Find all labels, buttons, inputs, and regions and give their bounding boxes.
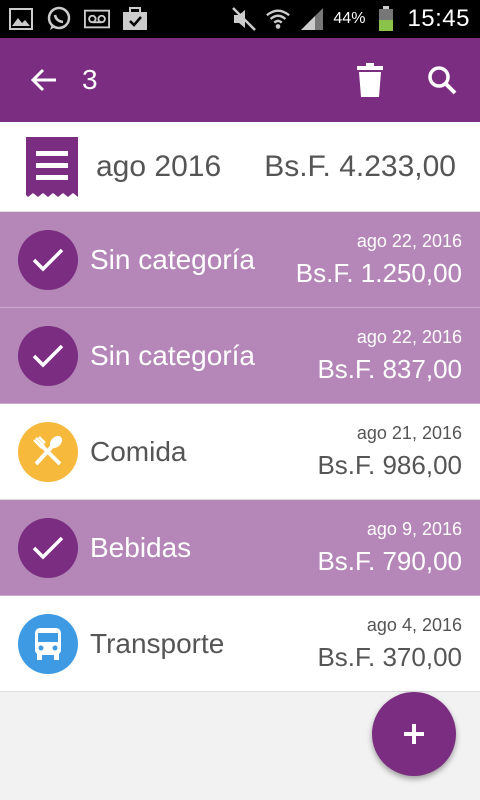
expense-category: Sin categoría (90, 243, 255, 275)
mute-icon (231, 6, 257, 32)
back-button[interactable] (14, 50, 74, 110)
expense-date: ago 22, 2016 (356, 326, 462, 347)
expense-amount: Bs.F. 837,00 (317, 353, 462, 384)
battery-icon (373, 6, 399, 32)
expense-row[interactable]: Sin categoría ago 22, 2016 Bs.F. 837,00 (0, 308, 480, 404)
plus-icon (404, 724, 424, 744)
summary-month: ago 2016 (96, 149, 222, 183)
expense-amount: Bs.F. 1.250,00 (295, 257, 462, 288)
check-icon[interactable] (18, 325, 78, 386)
bus-icon[interactable] (18, 613, 78, 674)
battery-percent: 44% (333, 10, 366, 27)
wifi-icon (265, 6, 291, 32)
expense-amount: Bs.F. 790,00 (317, 545, 462, 576)
search-icon (428, 66, 457, 95)
voicemail-icon (84, 6, 110, 32)
expense-date: ago 4, 2016 (366, 614, 462, 635)
delete-button[interactable] (348, 58, 392, 102)
summary-total: Bs.F. 4.233,00 (264, 149, 456, 183)
status-bar: 44% 15:45 (0, 0, 480, 38)
add-expense-button[interactable] (372, 692, 456, 776)
expense-row[interactable]: Sin categoría ago 22, 2016 Bs.F. 1.250,0… (0, 212, 480, 308)
month-summary: ago 2016 Bs.F. 4.233,00 (0, 122, 480, 212)
expense-category: Comida (90, 435, 187, 467)
whatsapp-icon (46, 6, 72, 32)
fork-spoon-icon[interactable] (18, 421, 78, 482)
expense-category: Bebidas (90, 531, 192, 563)
check-icon[interactable] (18, 517, 78, 578)
expense-date: ago 9, 2016 (366, 518, 462, 539)
selected-count: 3 (82, 64, 98, 95)
clock: 15:45 (407, 5, 470, 32)
expense-amount: Bs.F. 370,00 (317, 641, 462, 672)
app-bar: 3 (0, 38, 480, 122)
image-icon (8, 6, 34, 32)
expense-row[interactable]: Transporte ago 4, 2016 Bs.F. 370,00 (0, 596, 480, 692)
check-icon[interactable] (18, 229, 78, 290)
trash-icon (357, 63, 383, 97)
back-arrow-icon (30, 68, 56, 92)
expense-category: Transporte (90, 627, 225, 659)
expense-row[interactable]: Comida ago 21, 2016 Bs.F. 986,00 (0, 404, 480, 500)
expense-date: ago 22, 2016 (356, 230, 462, 251)
receipt-icon (26, 136, 78, 197)
expense-list: ago 2016 Bs.F. 4.233,00 Sin categoría ag… (0, 122, 480, 692)
expense-amount: Bs.F. 986,00 (317, 449, 462, 480)
expense-category: Sin categoría (90, 339, 255, 371)
briefcase-icon (122, 6, 148, 32)
search-button[interactable] (420, 58, 464, 102)
signal-icon (299, 6, 325, 32)
expense-date: ago 21, 2016 (356, 422, 462, 443)
expense-row[interactable]: Bebidas ago 9, 2016 Bs.F. 790,00 (0, 500, 480, 596)
